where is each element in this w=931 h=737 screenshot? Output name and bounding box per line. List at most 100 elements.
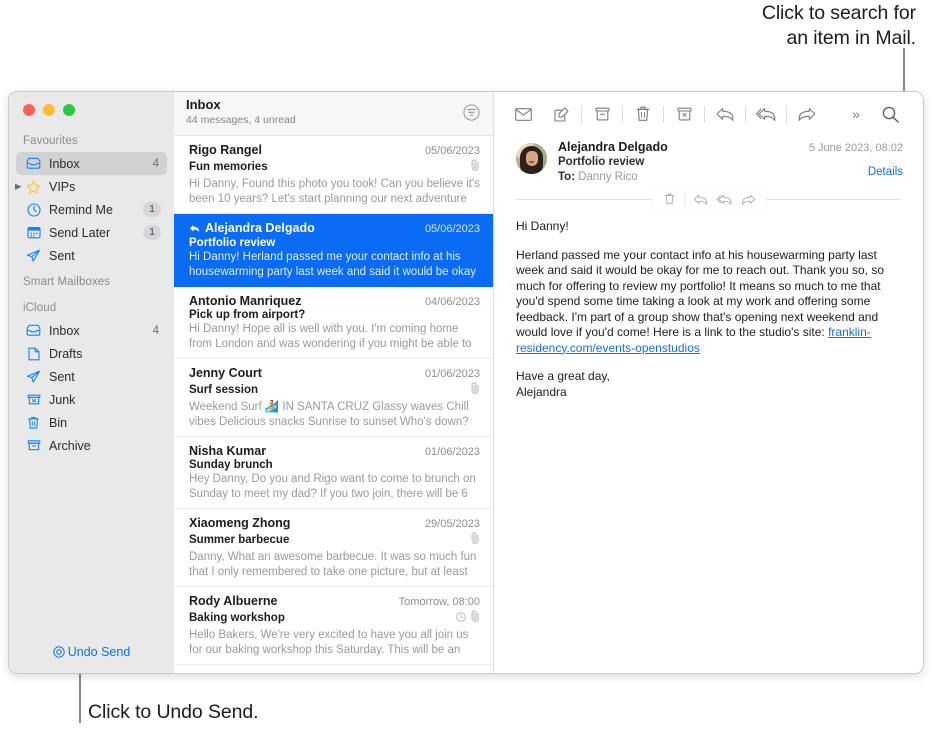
replied-icon xyxy=(189,222,200,236)
hover-divider xyxy=(684,193,685,205)
message-sender: Rigo Rangel xyxy=(189,143,262,157)
sidebar-item-badge: 1 xyxy=(143,225,161,240)
message-preview: Hi Danny! Herland passed me your contact… xyxy=(189,251,477,278)
table-row[interactable]: Aileen Zeigen 15/05/2023 5K training Hey… xyxy=(174,665,493,673)
message-date: Tomorrow, 08:00 xyxy=(398,596,480,608)
toolbar-divider xyxy=(745,105,746,123)
message-preview: Danny, What an awesome barbecue. It was … xyxy=(189,551,477,578)
message-sender: Jenny Court xyxy=(189,366,262,380)
undo-send-button[interactable]: Undo Send xyxy=(9,645,174,673)
mark-unread-icon[interactable] xyxy=(504,99,542,129)
table-row[interactable]: Antonio Manriquez 04/06/2023 Pick up fro… xyxy=(174,287,493,359)
close-button[interactable] xyxy=(23,104,35,116)
to-label: To: xyxy=(558,171,576,183)
details-link[interactable]: Details xyxy=(809,166,903,178)
sidebar-item-drafts[interactable]: Drafts xyxy=(16,342,167,365)
row-top: Jenny Court 01/06/2023 xyxy=(189,366,480,380)
compose-icon[interactable] xyxy=(542,99,580,129)
paperplane-icon xyxy=(25,248,42,263)
row-middle: Surf session xyxy=(189,381,480,399)
junk-icon[interactable] xyxy=(665,99,703,129)
sidebar-item-label: Send Later xyxy=(49,225,111,240)
sidebar-item-badge: 1 xyxy=(143,202,161,217)
message-hover-actions xyxy=(651,187,766,211)
sidebar-item-vips[interactable]: ▶ VIPs xyxy=(15,175,167,198)
toolbar-divider xyxy=(622,105,623,123)
paperclip-icon xyxy=(471,158,480,176)
callout-search-text: Click to search for an item in Mail. xyxy=(762,1,916,51)
reading-pane-toolbar: » xyxy=(494,92,923,136)
message-sender-name: Alejandra Delgado xyxy=(558,140,668,154)
reply-icon[interactable] xyxy=(706,99,744,129)
message-date: 05/06/2023 xyxy=(424,223,480,235)
message-subject: Fun memories xyxy=(189,161,268,173)
sidebar-item-label: Inbox xyxy=(49,156,80,171)
table-row[interactable]: Xiaomeng Zhong 29/05/2023 Summer barbecu… xyxy=(174,509,493,587)
forward-icon[interactable] xyxy=(788,99,826,129)
reply-all-icon[interactable] xyxy=(714,190,734,208)
sidebar-item-count: 4 xyxy=(152,324,159,337)
row-top: Antonio Manriquez 04/06/2023 xyxy=(189,294,480,308)
message-preview: Hi Danny! Hope all is well with you. I'm… xyxy=(189,323,472,350)
row-icons xyxy=(465,381,480,399)
more-toolbar-items-button[interactable]: » xyxy=(841,99,871,129)
sidebar-item-send-later[interactable]: Send Later 1 xyxy=(16,221,167,244)
sidebar-item-junk[interactable]: Junk xyxy=(16,388,167,411)
trash-icon[interactable] xyxy=(624,99,662,129)
inbox-icon xyxy=(25,323,42,338)
sidebar-item-remind-me[interactable]: Remind Me 1 xyxy=(16,198,167,221)
message-header-right: 5 June 2023, 08:02 Details xyxy=(809,140,903,183)
paperplane-icon xyxy=(25,369,42,384)
row-middle: Portfolio review xyxy=(189,237,480,249)
chevron-right-icon[interactable]: ▶ xyxy=(15,182,22,191)
trash-icon[interactable] xyxy=(659,190,679,208)
filter-icon[interactable] xyxy=(463,104,480,126)
zoom-button[interactable] xyxy=(63,104,75,116)
message-header-main: Alejandra Delgado Portfolio review To: D… xyxy=(558,140,809,183)
message-date: 5 June 2023, 08:02 xyxy=(808,142,903,154)
sidebar-item-label: Archive xyxy=(49,438,91,453)
minimize-button[interactable] xyxy=(43,104,55,116)
sidebar-item-inbox-favourites[interactable]: Inbox 4 xyxy=(16,152,167,175)
toolbar-divider xyxy=(786,105,787,123)
table-row[interactable]: Rigo Rangel 05/06/2023 Fun memories Hi D… xyxy=(174,136,493,214)
table-row[interactable]: Alejandra Delgado 05/06/2023 Portfolio r… xyxy=(174,214,493,287)
sidebar-list: Favourites Inbox 4 ▶ VIPs Remind Me 1 Se… xyxy=(9,124,174,645)
message-header: Alejandra Delgado Portfolio review To: D… xyxy=(494,136,923,183)
sidebar-item-sent-favourites[interactable]: Sent xyxy=(16,244,167,267)
message-body: Hi Danny! Herland passed me your contact… xyxy=(494,207,923,400)
message-list-header-text: Inbox 44 messages, 4 unread xyxy=(186,97,296,127)
row-top: Rody Albuerne Tomorrow, 08:00 xyxy=(189,594,480,608)
message-sender-name: Alejandra Delgado xyxy=(205,221,315,235)
reply-icon[interactable] xyxy=(690,190,710,208)
screenshot-root: Click to search for an item in Mail. Cli… xyxy=(0,0,931,737)
signature-line: Alejandra xyxy=(516,384,567,399)
archive-icon[interactable] xyxy=(583,99,621,129)
message-date: 01/06/2023 xyxy=(424,368,480,380)
table-row[interactable]: Rody Albuerne Tomorrow, 08:00 Baking wor… xyxy=(174,587,493,665)
sidebar-item-sent-icloud[interactable]: Sent xyxy=(16,365,167,388)
archive-icon xyxy=(25,438,42,453)
table-row[interactable]: Jenny Court 01/06/2023 Surf session Week… xyxy=(174,359,493,437)
sidebar-item-bin[interactable]: Bin xyxy=(16,411,167,434)
sidebar-item-label: Drafts xyxy=(49,346,83,361)
row-top: Alejandra Delgado 05/06/2023 xyxy=(189,221,480,236)
message-sender: Nisha Kumar xyxy=(189,444,267,458)
clock-icon xyxy=(456,609,466,627)
sidebar-section-icloud-title: iCloud xyxy=(23,302,57,314)
search-icon[interactable] xyxy=(871,99,909,129)
message-list-header: Inbox 44 messages, 4 unread xyxy=(174,92,493,136)
mailbox-subtitle: 44 messages, 4 unread xyxy=(186,114,296,126)
row-middle: Fun memories xyxy=(189,158,480,176)
forward-icon[interactable] xyxy=(738,190,758,208)
calendar-icon xyxy=(25,225,42,240)
message-date: 05/06/2023 xyxy=(424,145,480,157)
sidebar-item-inbox-icloud[interactable]: Inbox 4 xyxy=(16,319,167,342)
sidebar-item-archive[interactable]: Archive xyxy=(16,434,167,457)
message-subject: Summer barbecue xyxy=(189,534,290,546)
table-row[interactable]: Nisha Kumar 01/06/2023 Sunday brunch Hey… xyxy=(174,437,493,509)
message-preview: Weekend Surf 🏄 IN SANTA CRUZ Glassy wave… xyxy=(189,401,469,428)
reply-all-icon[interactable] xyxy=(747,99,785,129)
to-value: Danny Rico xyxy=(578,171,638,183)
body-greeting: Hi Danny! xyxy=(516,219,569,233)
